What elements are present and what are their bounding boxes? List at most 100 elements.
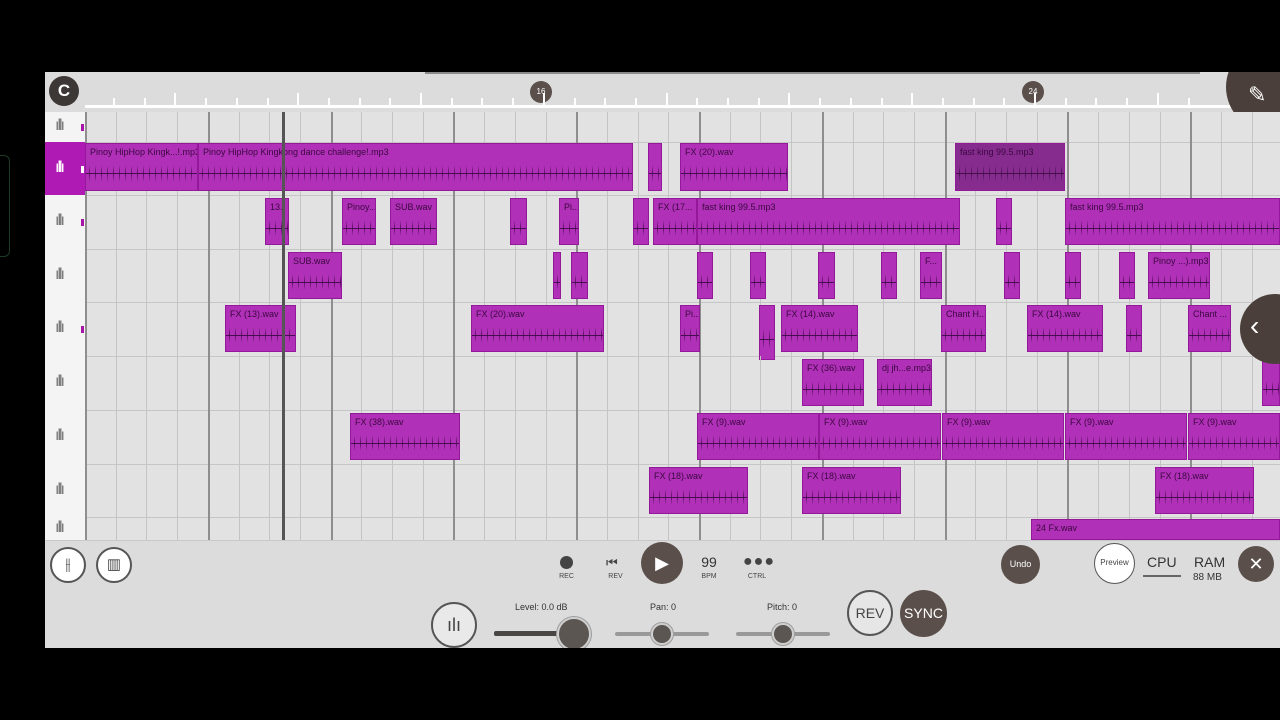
more-icon[interactable]: ●●●	[743, 553, 775, 571]
audio-clip[interactable]: FX (9).wav	[1065, 413, 1187, 460]
preview-button[interactable]: Preview	[1094, 543, 1135, 584]
audio-clip[interactable]	[1065, 252, 1081, 299]
audio-clip[interactable]: Chant H...	[941, 305, 986, 352]
audio-clip[interactable]: Pinoy HipHop Kingk...!.mp3	[85, 143, 198, 191]
audio-clip[interactable]: FX (18).wav	[649, 467, 748, 514]
audio-clip[interactable]: FX (18).wav	[802, 467, 901, 514]
ruler-tick	[266, 98, 269, 106]
piano-button[interactable]: ▥	[96, 547, 132, 583]
grid-line	[1006, 112, 1007, 142]
grid-line	[484, 464, 486, 517]
undo-button[interactable]: Undo	[1001, 545, 1040, 584]
mixer-button[interactable]: ⫲	[50, 547, 86, 583]
track-header[interactable]: ıllı	[45, 464, 85, 518]
track-area[interactable]: ıllı ıllı Pinoy HipHop Kingk...!.mp3 Pinoy …	[45, 112, 1280, 540]
audio-clip[interactable]: FX (9).wav	[697, 413, 819, 460]
audio-clip[interactable]	[1126, 305, 1142, 352]
audio-clip[interactable]	[648, 143, 662, 191]
clip-name: Pi...	[685, 309, 700, 319]
audio-clip[interactable]: Pi...	[680, 305, 700, 352]
audio-clip[interactable]: FX (14).wav	[1027, 305, 1103, 352]
record-button[interactable]	[560, 556, 573, 569]
audio-clip[interactable]: FX (20).wav	[471, 305, 604, 352]
grid-line	[299, 112, 301, 142]
audio-clip[interactable]	[510, 198, 527, 245]
audio-clip[interactable]: SUB.wav	[390, 198, 437, 245]
playhead[interactable]	[282, 112, 285, 540]
grid-line	[85, 410, 87, 464]
audio-clip[interactable]	[571, 252, 588, 299]
audio-clip[interactable]: FX (13).wav	[225, 305, 296, 352]
grid-line	[637, 142, 639, 195]
rewind-icon[interactable]: ⏮	[606, 555, 618, 571]
audio-clip[interactable]: fast king 99.5.mp3	[1065, 198, 1280, 245]
track-lane[interactable]	[85, 112, 1280, 143]
audio-clip[interactable]: 13.	[265, 198, 289, 245]
audio-clip[interactable]	[553, 252, 561, 299]
play-button[interactable]: ▶	[641, 542, 683, 584]
audio-clip[interactable]: 24 Fx.wav	[1031, 519, 1280, 540]
audio-clip[interactable]	[1262, 359, 1280, 406]
audio-clip[interactable]: Pinoy...	[342, 198, 376, 245]
track-volume-indicator	[81, 219, 84, 226]
audio-clip[interactable]: FX (36).wav	[802, 359, 864, 406]
cpu-label: CPU	[1147, 554, 1177, 570]
level-slider-knob[interactable]	[556, 617, 591, 648]
track-header[interactable]: ıllı	[45, 112, 85, 143]
bpm-value[interactable]: 99	[695, 554, 723, 570]
audio-clip[interactable]: Chant ...	[1188, 305, 1231, 352]
track-header[interactable]: ıllı	[45, 410, 85, 465]
track-header[interactable]: ıllı	[45, 517, 85, 540]
grid-line	[545, 517, 547, 540]
pan-slider-knob[interactable]	[651, 623, 673, 645]
audio-clip[interactable]: fast king 99.5.mp3	[697, 198, 960, 245]
close-button[interactable]: ✕	[1238, 546, 1274, 582]
audio-clip[interactable]: FX (9).wav	[819, 413, 941, 460]
audio-clip[interactable]: FX (20).wav	[680, 143, 788, 191]
audio-clip[interactable]: Pi...	[559, 198, 579, 245]
track-header[interactable]: ıllı	[45, 356, 85, 411]
grid-line	[883, 142, 885, 195]
audio-clip[interactable]	[881, 252, 897, 299]
audio-clip[interactable]	[750, 252, 766, 299]
sync-button[interactable]: SYNC	[900, 590, 947, 637]
audio-clip[interactable]	[996, 198, 1012, 245]
audio-clip[interactable]: FX (18).wav	[1155, 467, 1254, 514]
loop-marker-16[interactable]: 16	[530, 81, 552, 103]
audio-clip[interactable]: FX (9).wav	[1188, 413, 1280, 460]
track-instrument-button[interactable]: ılı	[431, 602, 477, 648]
pitch-slider-knob[interactable]	[772, 623, 794, 645]
level-label: Level: 0.0 dB	[515, 602, 568, 612]
audio-clip[interactable]	[1119, 252, 1135, 299]
loop-marker-24[interactable]: 24	[1022, 81, 1044, 103]
audio-clip[interactable]: Pinoy ...).mp3	[1148, 252, 1210, 299]
track-header[interactable]: ıllı	[45, 142, 85, 196]
grid-line	[883, 517, 885, 540]
grid-line	[1128, 356, 1130, 410]
audio-clip[interactable]: fast king 99.5.mp3	[955, 143, 1065, 191]
audio-clip[interactable]: FX (38).wav	[350, 413, 460, 460]
track-lane[interactable]	[85, 249, 1280, 303]
track-header[interactable]: ıllı	[45, 195, 85, 250]
track-header[interactable]: ıllı	[45, 249, 85, 303]
audio-clip[interactable]	[759, 305, 775, 360]
track-header[interactable]: ıllı	[45, 302, 85, 357]
grid-line	[392, 356, 393, 410]
grid-line	[1220, 356, 1222, 410]
audio-clip[interactable]: dj jh...e.mp3	[877, 359, 932, 406]
clip-waveform	[511, 215, 526, 241]
audio-clip[interactable]: FX (17...	[653, 198, 697, 245]
audio-clip[interactable]: FX (9).wav	[942, 413, 1064, 460]
track-lane[interactable]	[85, 356, 1280, 411]
audio-clip[interactable]	[697, 252, 713, 299]
audio-clip[interactable]	[633, 198, 649, 245]
audio-clip[interactable]: F...	[920, 252, 942, 299]
audio-clip[interactable]: FX (14).wav	[781, 305, 858, 352]
audio-clip[interactable]	[818, 252, 835, 299]
app-logo[interactable]: C	[49, 76, 79, 106]
audio-clip[interactable]: Pinoy HipHop Kingkong dance challenge!.m…	[198, 143, 633, 191]
audio-clip[interactable]: SUB.wav	[288, 252, 342, 299]
audio-clip[interactable]	[1004, 252, 1020, 299]
rev-toggle-button[interactable]: REV	[847, 590, 893, 636]
timeline-ruler[interactable]: C 16 24 ✎	[45, 72, 1280, 132]
